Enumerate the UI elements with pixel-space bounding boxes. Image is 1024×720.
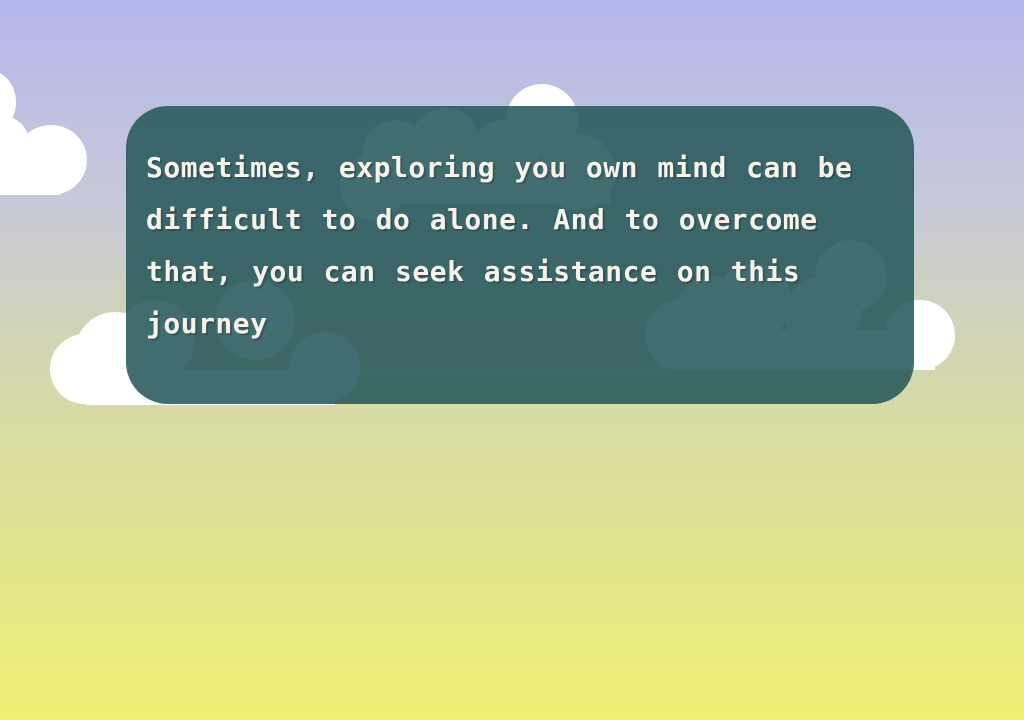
dialogue-box[interactable]: Sometimes, exploring you own mind can be… bbox=[126, 106, 914, 404]
cloud-top-left bbox=[0, 60, 100, 200]
game-scene: Sometimes, exploring you own mind can be… bbox=[0, 0, 1024, 720]
dialogue-text: Sometimes, exploring you own mind can be… bbox=[146, 151, 853, 340]
